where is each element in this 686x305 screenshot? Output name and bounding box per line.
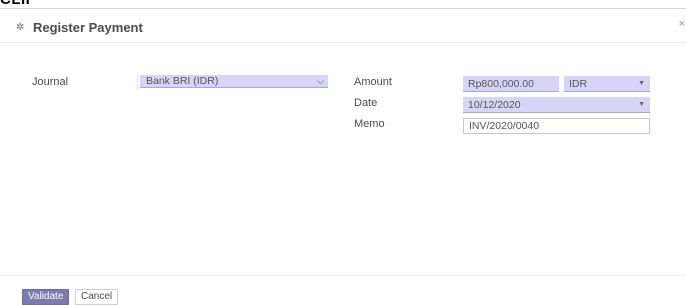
caret-down-icon: ▼ (638, 101, 645, 108)
cancel-button[interactable]: Cancel (75, 289, 119, 305)
validate-button[interactable]: Validate (22, 289, 70, 305)
clipped-top-text: CLII (0, 0, 30, 8)
journal-select-value: Bank BRI (IDR) (146, 75, 219, 87)
dialog-title: Register Payment (33, 20, 143, 35)
close-icon[interactable]: × (679, 18, 685, 30)
journal-select[interactable]: Bank BRI (IDR) ⌵ (140, 75, 328, 88)
journal-separator (137, 75, 138, 91)
date-input[interactable]: 10/12/2020 ▼ (463, 97, 650, 113)
memo-label: Memo (354, 118, 385, 130)
amount-label: Amount (354, 76, 392, 88)
top-divider (0, 8, 686, 9)
memo-input[interactable]: INV/2020/0040 (463, 118, 650, 134)
date-input-value: 10/12/2020 (468, 99, 521, 111)
chevron-down-icon: ⌵ (317, 76, 324, 86)
odoo-bug-icon: ✲ (16, 21, 25, 33)
dialog-header: ✲ Register Payment (16, 20, 143, 35)
caret-down-icon: ▼ (638, 80, 645, 87)
currency-select[interactable]: IDR ▼ (564, 76, 650, 92)
date-label: Date (354, 97, 378, 109)
header-divider (0, 42, 686, 43)
footer-divider (0, 275, 686, 276)
journal-label: Journal (32, 76, 69, 88)
currency-select-value: IDR (569, 78, 588, 90)
amount-input[interactable]: Rp800,000.00 (463, 76, 559, 92)
